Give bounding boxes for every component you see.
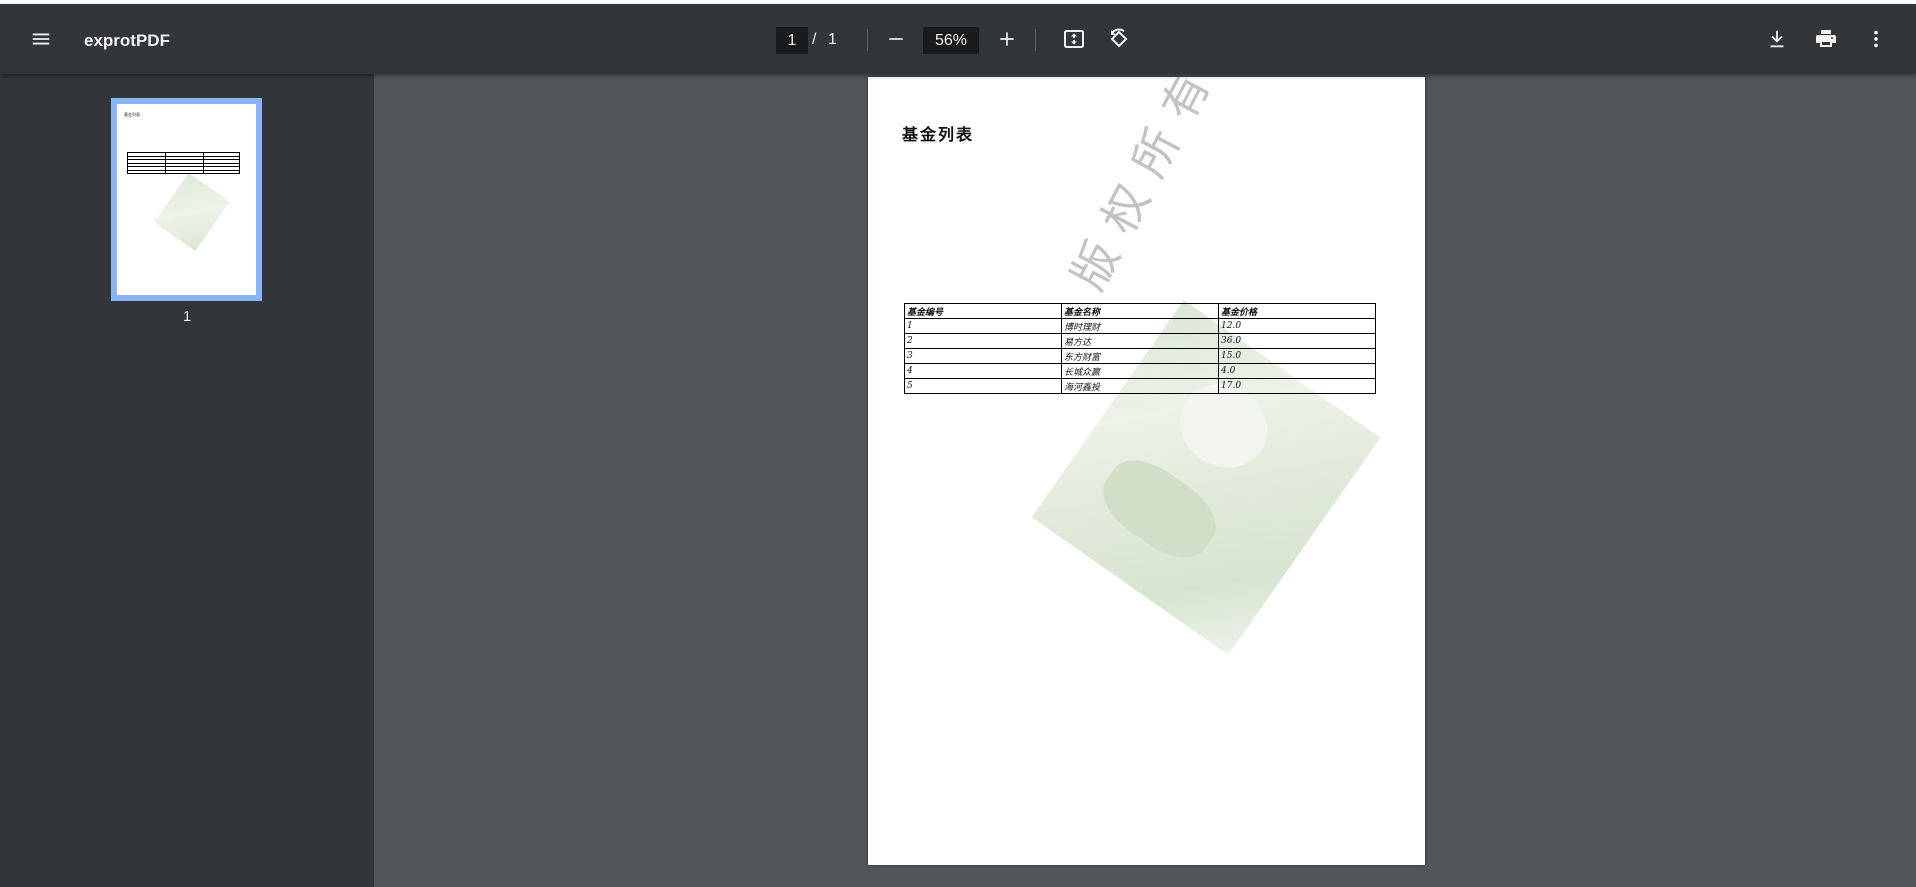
column-header: 基金编号 bbox=[904, 303, 1062, 319]
fund-name-cell: 易方达 bbox=[1061, 333, 1219, 349]
page-heading: 基金列表 bbox=[902, 125, 975, 144]
menu-button[interactable] bbox=[21, 19, 61, 59]
fund-id-cell: 5 bbox=[904, 378, 1062, 394]
fit-page-icon bbox=[1064, 30, 1084, 48]
fund-id-cell: 3 bbox=[904, 348, 1062, 364]
thumbnail-sidebar: 基金列表 1 bbox=[0, 74, 374, 887]
page-separator: / bbox=[812, 31, 817, 48]
document-title: exprotPDF bbox=[84, 31, 170, 50]
fund-id-cell: 1 bbox=[904, 318, 1062, 334]
plus-icon bbox=[1000, 32, 1014, 46]
minus-icon bbox=[889, 38, 903, 40]
toolbar-divider bbox=[1035, 29, 1036, 51]
fund-name-cell: 东方财富 bbox=[1061, 348, 1219, 364]
pdf-page: 基金列表 版权所有 基金编号 基金名称 基金价格 1 博时理财 12.0 2 易… bbox=[868, 77, 1425, 865]
download-icon bbox=[1770, 30, 1784, 48]
fund-price-cell: 12.0 bbox=[1218, 318, 1376, 334]
table-header-row: 基金编号 基金名称 基金价格 bbox=[904, 303, 1376, 319]
zoom-in-button[interactable] bbox=[987, 19, 1027, 59]
print-icon bbox=[1816, 30, 1836, 47]
fund-name-cell: 海河鑫投 bbox=[1061, 378, 1219, 394]
zoom-level-input[interactable]: 56% bbox=[923, 27, 979, 54]
menu-icon bbox=[32, 33, 50, 45]
toolbar-divider bbox=[867, 29, 868, 51]
fund-name-cell: 长城众赢 bbox=[1061, 363, 1219, 379]
fund-id-cell: 4 bbox=[904, 363, 1062, 379]
fund-price-cell: 36.0 bbox=[1218, 333, 1376, 349]
table-row: 3 东方财富 15.0 bbox=[904, 348, 1376, 364]
zoom-out-button[interactable] bbox=[876, 19, 916, 59]
thumbnail-page-number: 1 bbox=[182, 308, 192, 325]
more-actions-button[interactable] bbox=[1856, 19, 1896, 59]
thumbnail-table bbox=[127, 152, 240, 174]
table-row: 2 易方达 36.0 bbox=[904, 333, 1376, 349]
fund-price-cell: 17.0 bbox=[1218, 378, 1376, 394]
thumbnail-heading: 基金列表 bbox=[124, 112, 140, 117]
fund-id-cell: 2 bbox=[904, 333, 1062, 349]
table-row: 1 博时理财 12.0 bbox=[904, 318, 1376, 334]
column-header: 基金价格 bbox=[1218, 303, 1376, 319]
pdf-toolbar: exprotPDF 1 / 1 56% bbox=[0, 4, 1916, 74]
table-row: 5 海河鑫投 17.0 bbox=[904, 378, 1376, 394]
print-button[interactable] bbox=[1806, 19, 1846, 59]
watermark-text: 版权所有 bbox=[1060, 77, 1229, 299]
column-header: 基金名称 bbox=[1061, 303, 1219, 319]
page-number-input[interactable]: 1 bbox=[776, 27, 808, 54]
fund-price-cell: 4.0 bbox=[1218, 363, 1376, 379]
thumbnail-watermark-image bbox=[154, 173, 230, 251]
page-thumbnail[interactable]: 基金列表 bbox=[111, 98, 262, 301]
page-total: 1 bbox=[828, 31, 837, 48]
table-row: 4 长城众赢 4.0 bbox=[904, 363, 1376, 379]
rotate-button[interactable] bbox=[1099, 19, 1139, 59]
more-vert-icon bbox=[1874, 30, 1878, 48]
download-button[interactable] bbox=[1757, 19, 1797, 59]
rotate-icon bbox=[1110, 28, 1128, 48]
fund-table: 基金编号 基金名称 基金价格 1 博时理财 12.0 2 易方达 36.0 3 … bbox=[904, 303, 1376, 394]
fund-name-cell: 博时理财 bbox=[1061, 318, 1219, 334]
fit-to-page-button[interactable] bbox=[1054, 19, 1094, 59]
fund-price-cell: 15.0 bbox=[1218, 348, 1376, 364]
